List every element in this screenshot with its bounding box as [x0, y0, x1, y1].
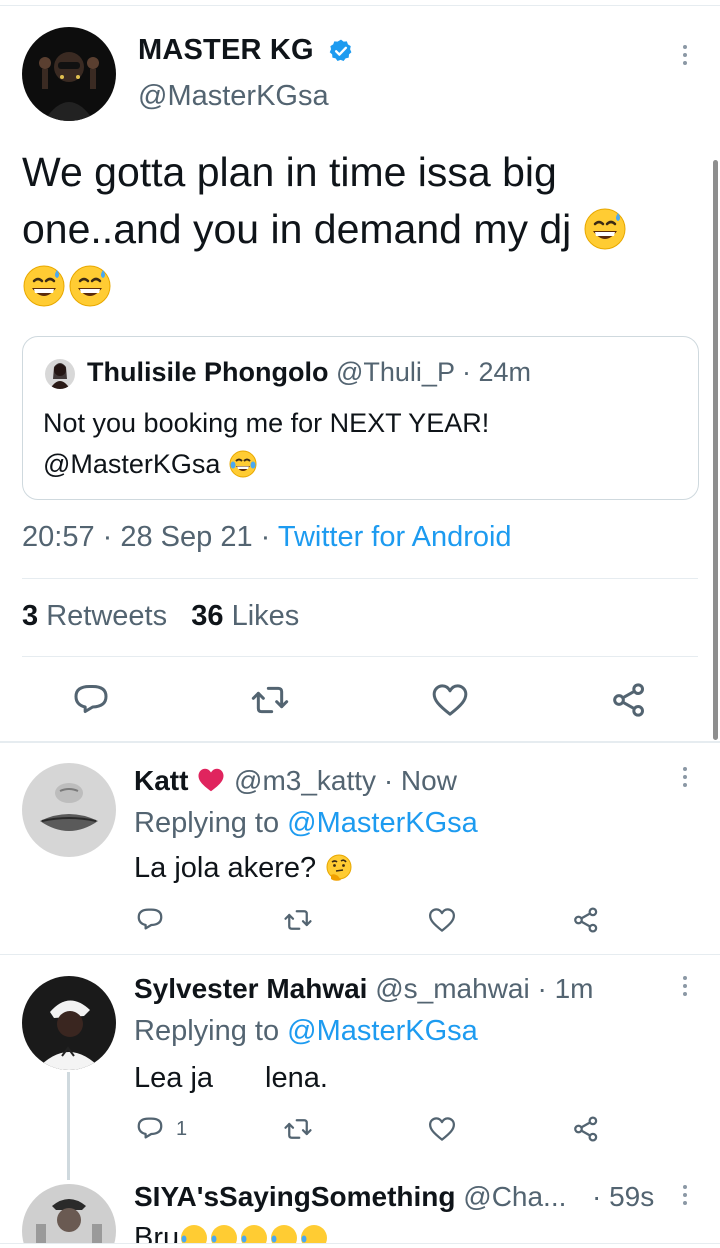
retweet-button[interactable]	[283, 1114, 313, 1144]
reply-text-end: lena.	[265, 1062, 328, 1094]
divider	[0, 954, 720, 955]
reply-text-row: Lea ja lena.	[134, 1062, 328, 1095]
reply-author-handle[interactable]: @Cha...	[463, 1181, 566, 1212]
reply-avatar[interactable]	[22, 763, 116, 857]
quoted-tweet-header: Thulisile Phongolo @Thuli_P · 24m	[87, 357, 531, 388]
replying-to: Replying to @MasterKGsa	[134, 1015, 478, 1048]
retweet-icon	[284, 910, 312, 930]
reply-text-start: Lea ja	[134, 1062, 214, 1094]
reply-count: 1	[176, 1118, 188, 1140]
share-button[interactable]	[609, 680, 649, 720]
author-handle[interactable]: @MasterKGsa	[138, 80, 329, 113]
grinning-sweat-emoji-icon	[23, 265, 65, 307]
grinning-sweat-emoji-icon	[584, 208, 626, 250]
thinking-face-emoji-icon	[326, 854, 352, 881]
retweets-label[interactable]: Retweets	[46, 600, 167, 632]
more-options-icon[interactable]	[680, 1185, 690, 1205]
more-options-icon[interactable]	[680, 976, 690, 996]
reply-author-name[interactable]: Sylvester Mahwai	[134, 973, 367, 1004]
reply-text-row: La jola akere?	[134, 852, 354, 885]
share-icon	[574, 1116, 598, 1142]
top-divider	[0, 5, 720, 6]
quoted-tweet[interactable]: Thulisile Phongolo @Thuli_P · 24m Not yo…	[22, 336, 699, 500]
likes-count[interactable]: 36	[191, 600, 223, 632]
likes-label[interactable]: Likes	[232, 600, 300, 632]
heart-icon	[429, 1117, 455, 1141]
divider	[22, 656, 698, 657]
reply-icon	[137, 1117, 163, 1139]
scrollbar-thumb[interactable]	[713, 160, 718, 740]
tweet-timestamp: 20:57 · 28 Sep 21 ·	[22, 521, 271, 553]
heart-icon	[432, 684, 468, 716]
reply-text: La jola akere?	[134, 852, 317, 884]
divider	[22, 578, 698, 579]
reply-avatar[interactable]	[22, 1184, 116, 1248]
section-divider	[0, 741, 720, 743]
replying-label: Replying to	[134, 1015, 280, 1047]
tears-of-joy-emoji-icon	[229, 450, 257, 478]
quoted-text-line1: Not you booking me for NEXT YEAR!	[43, 408, 490, 438]
grinning-sweat-emoji-icon	[69, 265, 111, 307]
quoted-author-avatar	[45, 359, 75, 389]
reply-button[interactable]	[135, 1113, 165, 1143]
reply-author-handle[interactable]: @m3_katty	[234, 765, 376, 796]
engagement-stats: 3 Retweets 36 Likes	[22, 600, 299, 633]
share-icon	[613, 683, 644, 717]
replying-to-handle[interactable]: @MasterKGsa	[287, 1015, 478, 1047]
bottom-edge	[0, 1243, 720, 1248]
quoted-author-handle: @Thuli_P	[336, 357, 455, 387]
verified-badge-icon	[329, 39, 352, 61]
reply-author-handle[interactable]: @s_mahwai	[375, 973, 529, 1004]
like-button[interactable]	[427, 905, 457, 935]
retweets-count[interactable]: 3	[22, 600, 38, 632]
replying-to: Replying to @MasterKGsa	[134, 807, 478, 840]
reply-avatar[interactable]	[22, 976, 116, 1070]
like-button[interactable]	[430, 680, 470, 720]
reply-author-name[interactable]: Katt	[134, 765, 188, 796]
quoted-tweet-text: Not you booking me for NEXT YEAR! @Maste…	[43, 403, 683, 485]
reply-header: SIYA'sSayingSomething @Cha...	[134, 1181, 566, 1213]
reply-time: · Now	[383, 765, 457, 796]
quoted-text-line2: @MasterKGsa	[43, 449, 221, 479]
tweet-text: We gotta plan in time issa big one..and …	[22, 144, 692, 315]
more-options-icon[interactable]	[680, 45, 690, 65]
share-button[interactable]	[571, 1114, 601, 1144]
tweet-source-link[interactable]: Twitter for Android	[278, 521, 512, 553]
tweet-text-line1: We gotta plan in time issa big	[22, 149, 557, 195]
retweet-icon	[284, 1119, 312, 1139]
reply-time: · 59s	[592, 1181, 655, 1212]
like-button[interactable]	[427, 1114, 457, 1144]
share-button[interactable]	[571, 905, 601, 935]
tweet-timestamp-row: 20:57 · 28 Sep 21 · Twitter for Android	[22, 521, 512, 554]
quoted-time: · 24m	[461, 357, 532, 387]
author-name[interactable]: MASTER KG	[138, 34, 314, 67]
retweet-button[interactable]	[250, 680, 290, 720]
reply-time-container: · 59s	[592, 1181, 654, 1213]
thread-connector-line	[67, 1072, 70, 1180]
reply-button[interactable]	[71, 679, 111, 719]
replying-label: Replying to	[134, 807, 280, 839]
quoted-author-name: Thulisile Phongolo	[87, 357, 329, 387]
replying-to-handle[interactable]: @MasterKGsa	[287, 807, 478, 839]
reply-icon	[74, 685, 108, 713]
reply-header: Katt @m3_katty · Now	[134, 765, 457, 797]
reply-button[interactable]	[135, 904, 165, 934]
more-options-icon[interactable]	[680, 767, 690, 787]
reply-author-name[interactable]: SIYA'sSayingSomething	[134, 1181, 455, 1212]
retweet-icon	[251, 686, 289, 714]
heart-icon	[429, 908, 455, 932]
author-avatar[interactable]	[22, 27, 116, 121]
reply-header: Sylvester Mahwai @s_mahwai · 1m	[134, 973, 594, 1005]
retweet-button[interactable]	[283, 905, 313, 935]
red-heart-emoji-icon	[198, 768, 224, 792]
reply-icon	[137, 908, 163, 930]
share-icon	[574, 907, 598, 933]
tweet-text-line2: one..and you in demand my dj	[22, 206, 572, 252]
reply-time: · 1m	[537, 973, 594, 1004]
